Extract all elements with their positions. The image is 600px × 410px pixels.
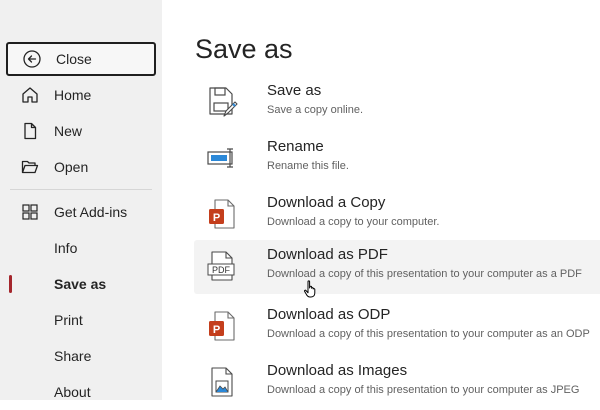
svg-text:PDF: PDF: [212, 265, 231, 275]
sidebar-item-open[interactable]: Open: [6, 150, 156, 184]
option-save-as[interactable]: Save as Save a copy online.: [194, 76, 600, 130]
back-arrow-icon: [22, 49, 42, 69]
sidebar-item-label: Home: [54, 87, 92, 103]
svg-text:P: P: [213, 324, 220, 336]
sidebar-divider: [10, 189, 152, 190]
sidebar-item-save-as[interactable]: Save as: [6, 267, 156, 301]
option-download-a-copy[interactable]: P Download a Copy Download a copy to you…: [194, 188, 600, 242]
option-title: Download as ODP: [267, 306, 391, 323]
save-as-icon: [206, 84, 238, 120]
svg-text:P: P: [213, 212, 220, 224]
sidebar-item-label: Share: [54, 348, 92, 364]
option-description: Download a copy to your computer.: [267, 216, 440, 228]
option-rename[interactable]: Rename Rename this file.: [194, 132, 600, 186]
sidebar-item-label: Info: [54, 240, 78, 256]
sidebar-item-share[interactable]: Share: [6, 339, 156, 373]
option-download-as-images[interactable]: Download as Images Download a copy of th…: [194, 356, 600, 410]
sidebar-item-get-add-ins[interactable]: Get Add-ins: [6, 195, 156, 229]
sidebar-item-label: Print: [54, 312, 83, 328]
option-download-as-pdf[interactable]: PDF Download as PDF Download a copy of t…: [194, 240, 600, 294]
sidebar-item-label: Get Add-ins: [54, 204, 128, 220]
pdf-file-icon: PDF: [206, 248, 238, 284]
hand-cursor-icon: [303, 280, 316, 298]
option-description: Rename this file.: [267, 160, 349, 172]
sidebar-item-print[interactable]: Print: [6, 303, 156, 337]
sidebar-item-info[interactable]: Info: [6, 231, 156, 265]
sidebar-item-home[interactable]: Home: [6, 78, 156, 112]
option-title: Download a Copy: [267, 194, 386, 211]
open-folder-icon: [20, 157, 40, 177]
sidebar-item-about[interactable]: About: [6, 375, 156, 409]
option-description: Download a copy of this presentation to …: [267, 384, 580, 396]
sidebar-item-new[interactable]: New: [6, 114, 156, 148]
sidebar-item-label: Save as: [54, 276, 107, 292]
main-panel: Save as Save as Save a copy online. Rena…: [162, 0, 600, 400]
option-title: Save as: [267, 82, 322, 99]
home-icon: [20, 85, 40, 105]
close-label: Close: [56, 51, 92, 67]
option-title: Rename: [267, 138, 324, 155]
sidebar: Close Home New Open Get Add-ins Info Sav…: [0, 0, 162, 400]
sidebar-item-label: New: [54, 123, 83, 139]
sidebar-item-label: About: [54, 384, 91, 400]
rename-icon: [206, 140, 238, 176]
option-title: Download as Images: [267, 362, 408, 379]
add-ins-grid-icon: [20, 202, 40, 222]
page-title: Save as: [195, 34, 293, 64]
powerpoint-file-icon: P: [206, 196, 238, 232]
option-title: Download as PDF: [267, 246, 388, 263]
option-description: Download a copy of this presentation to …: [267, 328, 590, 340]
close-button[interactable]: Close: [6, 42, 156, 76]
option-description: Save a copy online.: [267, 104, 364, 116]
powerpoint-file-icon: P: [206, 308, 238, 344]
image-file-icon: [206, 364, 238, 400]
sidebar-item-label: Open: [54, 159, 89, 175]
option-download-as-odp[interactable]: P Download as ODP Download a copy of thi…: [194, 300, 600, 354]
new-document-icon: [20, 121, 40, 141]
